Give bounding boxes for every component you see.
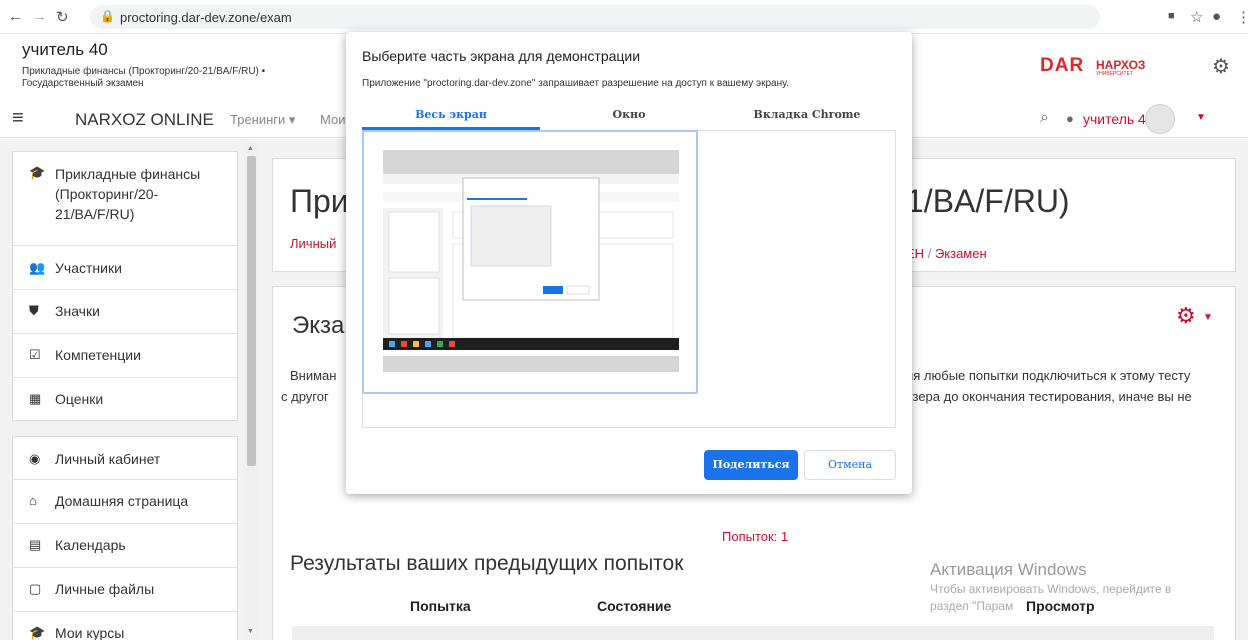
windows-activation-line2: раздел "Парам	[930, 599, 1014, 613]
sidebar-item-label: Прикладные финансы (Прокторинг/20-21/BA/…	[55, 166, 201, 222]
graduation-cap-icon: 🎓	[29, 625, 46, 640]
narxoz-logo: НАРХОЗ	[1096, 58, 1146, 72]
sidebar-item-label: Компетенции	[55, 347, 141, 363]
sidebar-nav-block: ◉ Личный кабинет ⌂ Домашняя страница ▤ К…	[12, 436, 238, 640]
chevron-down-icon[interactable]: ▼	[1196, 112, 1206, 123]
sidebar-item-dashboard[interactable]: ◉ Личный кабинет	[13, 437, 237, 480]
breadcrumb-exam-link[interactable]: Экзамен	[935, 246, 987, 261]
share-button[interactable]: Поделиться	[704, 450, 798, 480]
avatar[interactable]	[1145, 104, 1175, 134]
lock-icon[interactable]: 🔒	[100, 9, 115, 23]
dialog-description: Приложение "proctoring.dar-dev.zone" зап…	[362, 78, 789, 89]
dialog-title: Выберите часть экрана для демонстрации	[362, 48, 641, 64]
header-course-line2: Государственный экзамен	[22, 78, 144, 89]
course-title-left: При	[290, 183, 349, 219]
address-bar[interactable]: 🔒 proctoring.dar-dev.zone/exam	[90, 5, 1100, 29]
url-text: proctoring.dar-dev.zone/exam	[120, 10, 292, 25]
sidebar-item-calendar[interactable]: ▤ Календарь	[13, 524, 237, 568]
course-title-right: 1/BA/F/RU)	[906, 183, 1070, 219]
reload-icon[interactable]: ↻	[56, 8, 69, 26]
sidebar-item-grades[interactable]: ▦ Оценки	[13, 378, 237, 420]
sidebar-item-home[interactable]: ⌂ Домашняя страница	[13, 480, 237, 524]
home-icon: ⌂	[29, 493, 37, 508]
header-course-info: Прикладные финансы (Прокторинг/20-21/BA/…	[22, 66, 322, 90]
star-icon[interactable]: ☆	[1190, 8, 1203, 26]
header-user-name: учитель 40	[22, 40, 108, 59]
dar-logo: DAR	[1040, 55, 1085, 76]
hamburger-menu-icon[interactable]: ≡	[12, 107, 24, 130]
sidebar-item-label: Оценки	[55, 391, 104, 407]
nav-trainings-dropdown[interactable]: Тренинги ▾	[230, 112, 295, 128]
browser-toolbar: ← → ↻ 🔒 proctoring.dar-dev.zone/exam ■ ☆…	[0, 0, 1248, 34]
exam-title: Экза	[292, 312, 345, 339]
profile-icon[interactable]: ●	[1212, 8, 1221, 25]
cast-icon[interactable]: ■	[1168, 10, 1175, 22]
warning-text-left-1: Вниман	[290, 368, 337, 383]
sidebar-item-competencies[interactable]: ☑ Компетенции	[13, 334, 237, 378]
nav-user-name[interactable]: учитель 40	[1083, 111, 1154, 127]
graduation-cap-icon: 🎓	[29, 165, 46, 180]
sidebar-item-label: Мои курсы	[55, 625, 125, 640]
screen-preview-image	[383, 150, 679, 372]
sidebar-item-label: Домашняя страница	[55, 493, 189, 509]
file-icon: ▢	[29, 581, 42, 596]
sidebar-scroll-thumb[interactable]	[247, 156, 256, 466]
sidebar-item-course[interactable]: 🎓 Прикладные финансы (Прокторинг/20-21/B…	[13, 152, 237, 246]
warning-text-right-1: ия любые попытки подключиться к этому те…	[906, 368, 1191, 383]
column-header-status: Состояние	[597, 598, 672, 614]
back-icon[interactable]: ←	[8, 8, 23, 25]
sidebar-item-label: Личные файлы	[55, 581, 155, 597]
calendar-icon: ▤	[29, 537, 42, 552]
cancel-button[interactable]: Отмена	[804, 450, 896, 480]
screen-thumbnail[interactable]	[383, 150, 679, 372]
breadcrumb-separator: /	[927, 246, 932, 261]
sidebar-item-label: Личный кабинет	[55, 451, 161, 467]
shield-icon: ⛊	[29, 303, 39, 318]
checkbox-icon: ☑	[29, 347, 41, 362]
sidebar-item-participants[interactable]: 👥 Участники	[13, 246, 237, 290]
dashboard-icon: ◉	[29, 451, 41, 466]
sidebar-item-label: Участники	[55, 260, 122, 276]
screen-share-dialog: Выберите часть экрана для демонстрации П…	[346, 32, 912, 494]
chat-icon[interactable]: ●	[1066, 111, 1074, 126]
search-icon[interactable]: ⌕	[1040, 109, 1049, 127]
tab-window[interactable]: Окно	[540, 108, 718, 121]
attempts-count: Попыток: 1	[722, 529, 789, 544]
nav-my-dropdown[interactable]: Мои	[320, 112, 345, 127]
sidebar-course-block: 🎓 Прикладные финансы (Прокторинг/20-21/B…	[12, 151, 238, 421]
chevron-down-icon[interactable]: ▼	[1203, 312, 1213, 323]
breadcrumb-dashboard-link[interactable]: Личный	[290, 236, 336, 251]
users-icon: 👥	[29, 260, 46, 275]
settings-gear-icon[interactable]: ⚙	[1212, 54, 1230, 79]
tab-chrome-tab[interactable]: Вкладка Chrome	[718, 108, 896, 121]
tab-entire-screen[interactable]: Весь экран	[362, 108, 540, 121]
sidebar-item-files[interactable]: ▢ Личные файлы	[13, 568, 237, 612]
breadcrumb: ЕН / Экзамен	[906, 246, 987, 261]
warning-text-right-2: узера до окончания тестирования, иначе в…	[906, 389, 1192, 404]
sidebar-item-my-courses[interactable]: 🎓 Мои курсы	[13, 612, 237, 640]
scroll-up-icon[interactable]: ▲	[247, 145, 254, 152]
menu-icon[interactable]: ⋮	[1236, 8, 1248, 26]
warning-text-left-2: с другог	[281, 389, 329, 404]
sidebar-item-label: Календарь	[55, 537, 126, 553]
brand-link[interactable]: NARXOZ ONLINE	[75, 110, 214, 130]
scroll-down-icon[interactable]: ▼	[247, 628, 254, 635]
header-course-line1: Прикладные финансы (Прокторинг/20-21/BA/…	[22, 66, 266, 77]
table-row	[292, 626, 1214, 640]
sidebar-item-label: Значки	[55, 303, 100, 319]
column-header-review: Просмотр	[1026, 598, 1095, 614]
sidebar-item-badges[interactable]: ⛊ Значки	[13, 290, 237, 334]
results-title: Результаты ваших предыдущих попыток	[290, 552, 684, 575]
narxoz-logo-sub: УНИВЕРСИТЕТ	[1096, 71, 1133, 77]
windows-activation-title: Активация Windows	[930, 560, 1087, 579]
forward-icon[interactable]: →	[32, 8, 47, 25]
column-header-attempt: Попытка	[410, 598, 471, 614]
table-icon: ▦	[29, 391, 42, 406]
gear-icon[interactable]: ⚙	[1176, 303, 1196, 329]
windows-activation-line1: Чтобы активировать Windows, перейдите в	[930, 582, 1172, 596]
